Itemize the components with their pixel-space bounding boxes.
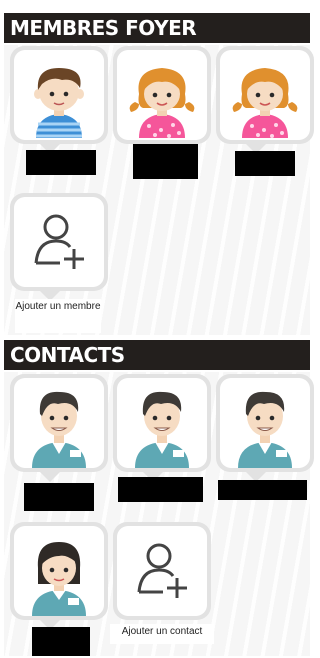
man-avatar-icon xyxy=(117,378,207,468)
contact-tile[interactable] xyxy=(216,374,314,472)
member-tile[interactable] xyxy=(113,46,211,144)
add-contact-tile[interactable] xyxy=(113,522,211,620)
contact-name-redacted xyxy=(24,483,94,511)
contacts-section-title: CONTACTS xyxy=(4,340,310,370)
man-avatar-icon xyxy=(220,378,310,468)
member-tile[interactable] xyxy=(216,46,314,144)
household-section-title: MEMBRES FOYER xyxy=(4,13,310,43)
contact-tile[interactable] xyxy=(10,522,108,620)
member-name-redacted xyxy=(26,150,96,175)
girl-avatar-icon xyxy=(117,50,207,140)
member-name-redacted xyxy=(235,151,295,176)
contact-tile[interactable] xyxy=(113,374,211,472)
add-member-tile[interactable] xyxy=(10,193,108,291)
girl-avatar-icon xyxy=(220,50,310,140)
tile-pointer xyxy=(40,472,60,482)
woman-avatar-icon xyxy=(14,526,104,616)
boy-avatar-icon xyxy=(14,50,104,140)
member-name-redacted xyxy=(133,144,198,179)
add-person-icon xyxy=(117,526,207,616)
contact-name-redacted xyxy=(218,480,307,500)
contact-name-redacted xyxy=(118,477,203,502)
man-avatar-icon xyxy=(14,378,104,468)
add-contact-label[interactable]: Ajouter un contact xyxy=(110,624,214,644)
member-tile[interactable] xyxy=(10,46,108,144)
add-person-icon xyxy=(14,197,104,287)
contact-name-redacted xyxy=(32,627,90,656)
contact-tile[interactable] xyxy=(10,374,108,472)
add-member-label[interactable]: Ajouter un membre xyxy=(15,299,101,333)
